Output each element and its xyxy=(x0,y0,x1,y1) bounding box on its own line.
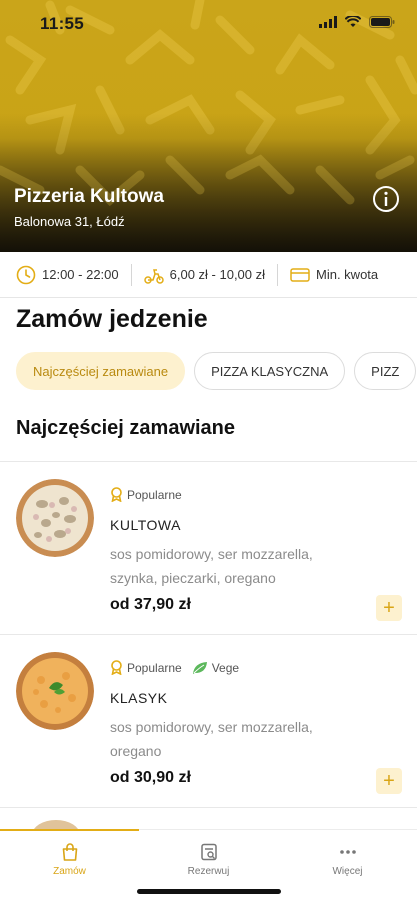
tab-more[interactable]: Więcej xyxy=(278,842,417,877)
badge-popular: Popularne xyxy=(110,487,182,502)
more-icon xyxy=(339,850,356,854)
product-price: od 37,90 zł xyxy=(110,596,191,613)
product-card[interactable]: Popularne Vege KLASYK sos pomidorowy, se… xyxy=(0,634,417,807)
product-list: Popularne KULTOWA sos pomidorowy, ser mo… xyxy=(0,461,417,807)
chip-most-ordered[interactable]: Najczęściej zamawiane xyxy=(16,352,186,390)
home-indicator xyxy=(137,889,281,894)
add-to-cart-button[interactable]: + xyxy=(376,768,402,794)
category-title: Najczęściej zamawiane xyxy=(16,417,236,439)
category-chips: Najczęściej zamawiane PIZZA KLASYCZNA PI… xyxy=(16,352,417,390)
bag-icon xyxy=(62,843,77,861)
leaf-icon xyxy=(192,661,207,674)
min-order-text: Min. kwota xyxy=(316,267,379,282)
signal-icon xyxy=(319,16,337,28)
minimum-order: Min. kwota xyxy=(277,263,390,286)
chip-pizza-classic[interactable]: PIZZA KLASYCZNA xyxy=(194,352,346,390)
pizza-image xyxy=(16,652,94,730)
pizza-image-peek xyxy=(32,820,80,829)
product-description: sos pomidorowy, ser mozzarella, szynka, … xyxy=(110,546,313,586)
chip-pizza-more[interactable]: PIZZ xyxy=(354,352,417,390)
battery-icon xyxy=(369,16,395,28)
pizza-image xyxy=(16,479,94,557)
status-time: 11:55 xyxy=(40,14,85,33)
delivery-text: 6,00 zł - 10,00 zł xyxy=(169,267,266,282)
clock-icon xyxy=(16,265,36,284)
tab-reserve-label: Rezerwuj xyxy=(187,866,230,877)
tab-order[interactable]: Zamów xyxy=(0,842,139,877)
opening-hours: 12:00 - 22:00 xyxy=(0,264,131,286)
tab-more-label: Więcej xyxy=(332,866,363,877)
add-to-cart-button[interactable]: + xyxy=(376,595,402,621)
info-icon[interactable] xyxy=(372,185,400,213)
info-strip: 12:00 - 22:00 6,00 zł - 10,00 zł Min. kw… xyxy=(0,252,417,298)
tab-order-label: Zamów xyxy=(53,866,86,877)
product-card-peek xyxy=(0,807,417,829)
badge-popular-label: Popularne xyxy=(127,660,182,675)
badge-popular-label: Popularne xyxy=(127,487,182,502)
badge-vege-label: Vege xyxy=(211,660,240,675)
product-name: KULTOWA xyxy=(110,517,181,533)
badge-vege: Vege xyxy=(192,660,239,675)
badge-popular: Popularne xyxy=(110,660,182,675)
product-price: od 30,90 zł xyxy=(110,769,191,786)
tab-reserve[interactable]: Rezerwuj xyxy=(139,842,278,877)
wifi-icon xyxy=(345,16,361,27)
restaurant-name: Pizzeria Kultowa xyxy=(14,186,164,207)
restaurant-address: Balonowa 31, Łódź xyxy=(14,214,125,229)
scooter-icon xyxy=(143,268,164,284)
reservation-icon xyxy=(200,843,217,861)
delivery-cost: 6,00 zł - 10,00 zł xyxy=(130,263,277,286)
product-description: sos pomidorowy, ser mozzarella, oregano xyxy=(110,719,313,759)
product-name: KLASYK xyxy=(110,690,168,706)
page-title: Zamów jedzenie xyxy=(16,305,208,333)
award-icon xyxy=(111,487,122,502)
status-bar: 11:55 xyxy=(0,0,417,44)
product-card[interactable]: Popularne KULTOWA sos pomidorowy, ser mo… xyxy=(0,461,417,634)
hours-text: 12:00 - 22:00 xyxy=(42,267,119,282)
product-badges: Popularne xyxy=(110,487,182,502)
card-icon xyxy=(290,267,310,282)
active-tab-indicator xyxy=(0,829,139,831)
status-icons xyxy=(319,16,395,28)
award-icon xyxy=(111,660,122,675)
product-badges: Popularne Vege xyxy=(110,660,239,675)
